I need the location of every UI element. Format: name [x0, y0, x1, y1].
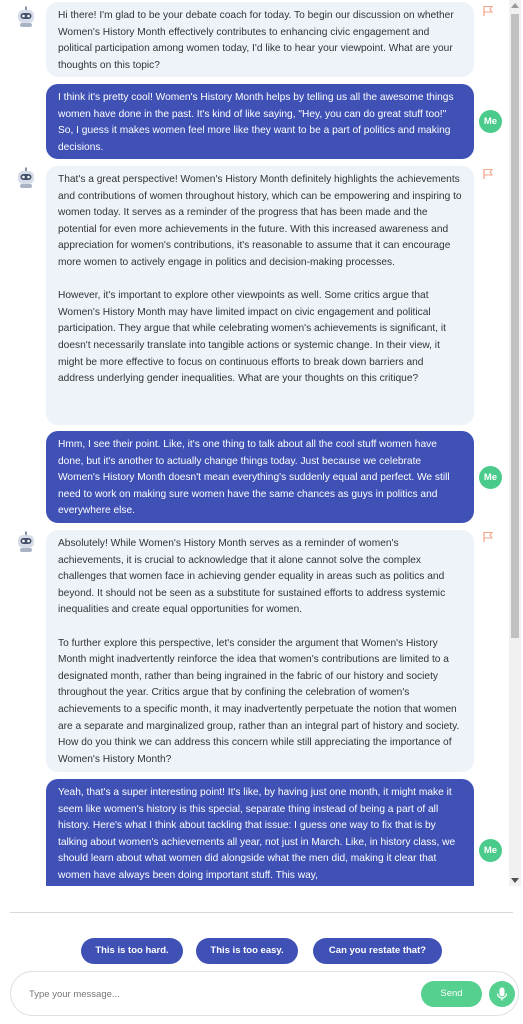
robot-avatar-icon — [18, 6, 34, 27]
quick-reply-too-easy[interactable]: This is too easy. — [196, 938, 298, 964]
scroll-up-arrow-icon[interactable] — [511, 3, 519, 8]
user-message: Yeah, that's a super interesting point! … — [46, 779, 474, 886]
message-input[interactable] — [29, 983, 409, 1005]
flag-icon[interactable] — [482, 5, 494, 17]
user-message: I think it's pretty cool! Women's Histor… — [46, 84, 474, 159]
flag-icon[interactable] — [482, 168, 494, 180]
quick-reply-too-hard[interactable]: This is too hard. — [81, 938, 183, 964]
message-text: However, it's important to explore other… — [58, 290, 446, 385]
robot-avatar-icon — [18, 167, 34, 188]
message-text: That's a great perspective! Women's Hist… — [58, 174, 462, 268]
bot-message: That's a great perspective! Women's Hist… — [46, 166, 474, 425]
message-text: Hmm, I see their point. Like, it's one t… — [58, 439, 450, 517]
flag-icon[interactable] — [482, 531, 494, 543]
send-button[interactable]: Send — [421, 981, 482, 1007]
message-composer: Send — [10, 971, 519, 1016]
bot-message: Hi there! I'm glad to be your debate coa… — [46, 2, 474, 77]
quick-reply-restate[interactable]: Can you restate that? — [313, 938, 442, 964]
user-message: Hmm, I see their point. Like, it's one t… — [46, 431, 474, 523]
bot-message: Absolutely! While Women's History Month … — [46, 530, 474, 772]
message-text: I think it's pretty cool! Women's Histor… — [58, 92, 454, 153]
user-avatar: Me — [479, 839, 502, 862]
user-avatar: Me — [479, 110, 502, 133]
user-avatar: Me — [479, 466, 502, 489]
robot-avatar-icon — [18, 531, 34, 552]
quick-replies: This is too hard. This is too easy. Can … — [0, 938, 523, 964]
scroll-down-arrow-icon[interactable] — [511, 878, 519, 883]
microphone-button[interactable] — [489, 981, 515, 1007]
message-text: Hi there! I'm glad to be your debate coa… — [58, 10, 454, 71]
chat-scrollbar[interactable] — [509, 0, 521, 886]
message-text: Absolutely! While Women's History Month … — [58, 538, 446, 616]
chat-transcript[interactable]: Hi there! I'm glad to be your debate coa… — [0, 0, 523, 886]
message-text: Yeah, that's a super interesting point! … — [58, 787, 456, 881]
microphone-icon — [496, 987, 508, 1001]
composer-divider — [10, 912, 513, 913]
message-text: To further explore this perspective, let… — [58, 637, 460, 765]
scrollbar-thumb[interactable] — [511, 14, 519, 638]
